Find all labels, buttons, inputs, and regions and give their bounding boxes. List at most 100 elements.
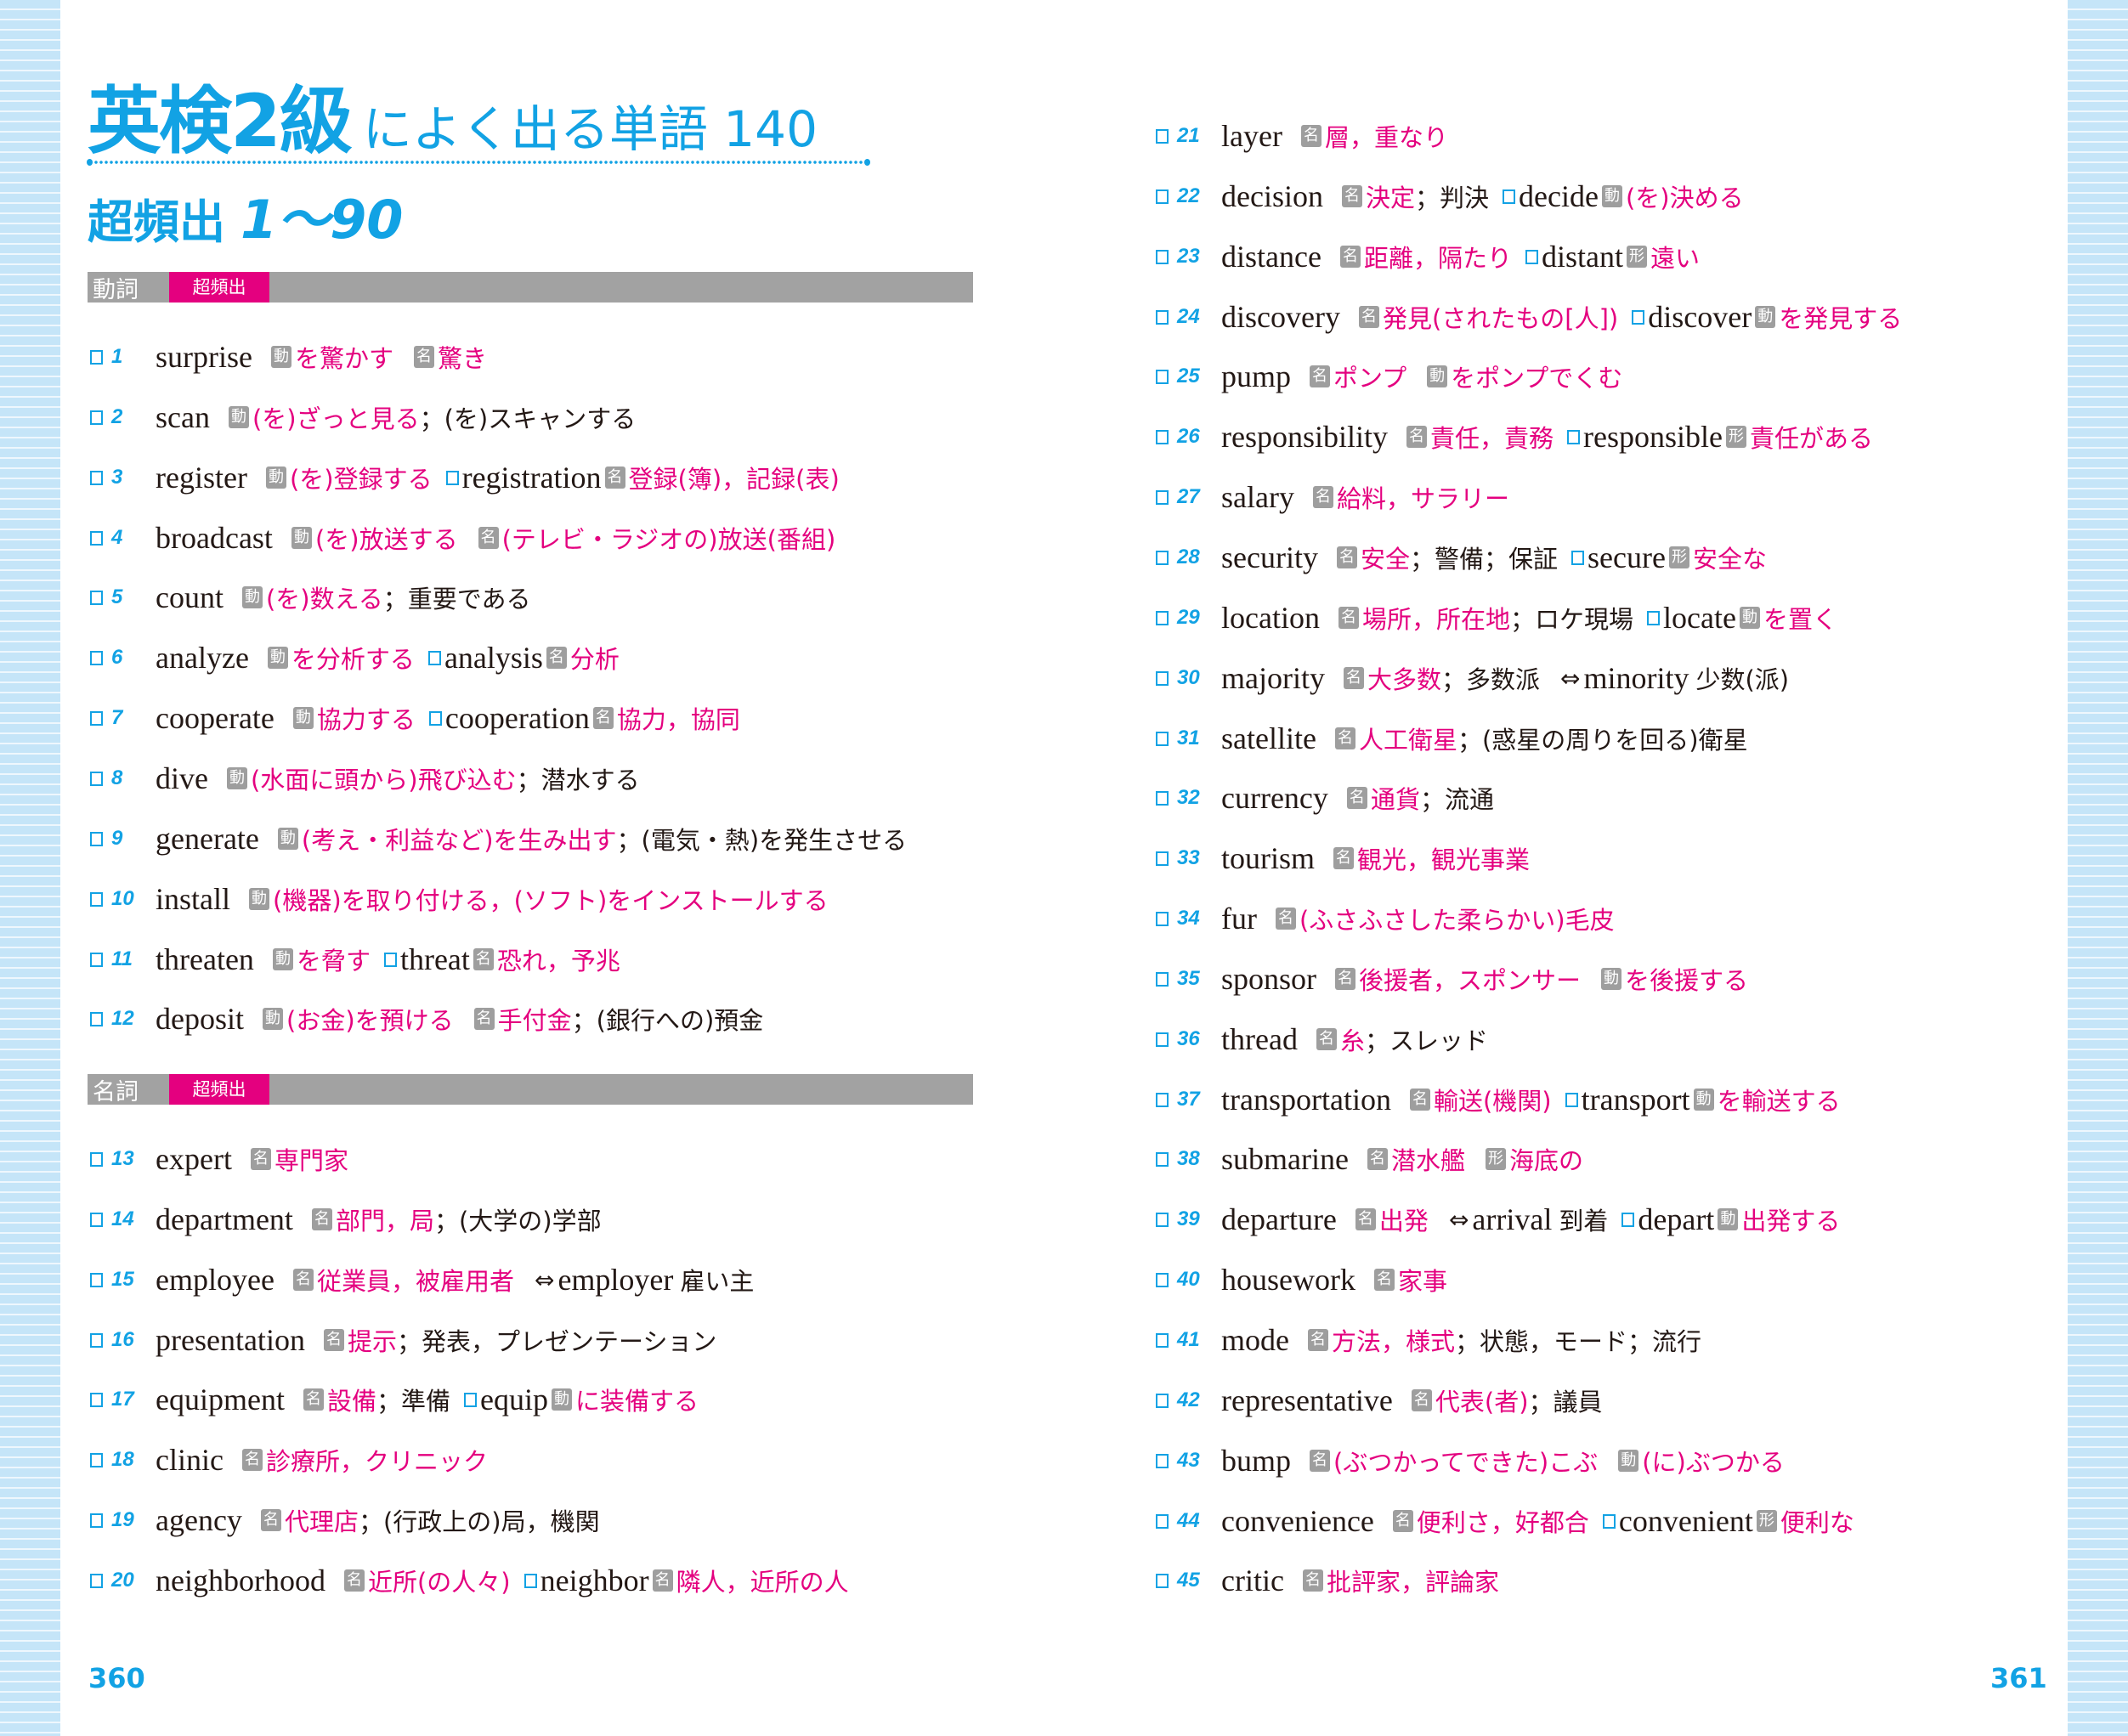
checkbox[interactable] bbox=[1156, 1393, 1169, 1408]
headword: equipment bbox=[156, 1383, 285, 1417]
derivative-checkbox[interactable] bbox=[1602, 1513, 1616, 1529]
derivative-checkbox[interactable] bbox=[383, 952, 397, 967]
headword: satellite bbox=[1221, 721, 1316, 755]
checkbox[interactable] bbox=[1156, 128, 1169, 144]
verb-badge-icon: 動 bbox=[1755, 306, 1776, 328]
noun-badge-icon: 名 bbox=[1310, 1450, 1331, 1472]
derivative-checkbox[interactable] bbox=[1503, 189, 1516, 204]
entry-number: 37 bbox=[1177, 1088, 1200, 1111]
derivative-checkbox[interactable] bbox=[1565, 1092, 1578, 1107]
checkbox[interactable] bbox=[90, 1513, 103, 1528]
checkbox[interactable] bbox=[90, 831, 103, 846]
checkbox[interactable] bbox=[90, 590, 103, 605]
noun-badge-icon: 名 bbox=[604, 467, 625, 489]
checkbox[interactable] bbox=[90, 1011, 103, 1026]
checkbox[interactable] bbox=[1156, 249, 1169, 264]
checkbox[interactable] bbox=[1156, 1212, 1169, 1227]
checkbox[interactable] bbox=[90, 1272, 103, 1287]
checkbox[interactable] bbox=[1156, 1513, 1169, 1529]
headword: clinic bbox=[156, 1443, 224, 1477]
checkbox[interactable] bbox=[1156, 670, 1169, 686]
checkbox[interactable] bbox=[1156, 731, 1169, 746]
checkbox[interactable] bbox=[90, 1212, 103, 1227]
checkbox[interactable] bbox=[1156, 429, 1169, 444]
checkbox[interactable] bbox=[1156, 1272, 1169, 1287]
noun-badge-icon: 名 bbox=[292, 1269, 314, 1291]
entry-number: 7 bbox=[111, 706, 123, 729]
entry-number: 45 bbox=[1177, 1569, 1200, 1592]
checkbox[interactable] bbox=[1156, 790, 1169, 806]
checkbox[interactable] bbox=[90, 891, 103, 907]
verb-badge-icon: 動 bbox=[292, 707, 314, 729]
title-main: 英検2級 bbox=[88, 79, 353, 164]
checkbox[interactable] bbox=[1156, 1453, 1169, 1468]
derivative-checkbox[interactable] bbox=[1525, 249, 1538, 264]
left-page-edge-stripe bbox=[0, 0, 60, 1736]
checkbox[interactable] bbox=[1156, 489, 1169, 505]
checkbox[interactable] bbox=[90, 1151, 103, 1167]
meaning-secondary: ；流通 bbox=[1419, 785, 1494, 814]
headword: surprise bbox=[156, 340, 252, 374]
checkbox[interactable] bbox=[90, 349, 103, 365]
checkbox[interactable] bbox=[1156, 1332, 1169, 1348]
checkbox[interactable] bbox=[90, 650, 103, 665]
checkbox[interactable] bbox=[90, 1332, 103, 1348]
noun-badge-icon: 名 bbox=[1338, 607, 1359, 629]
derivative-word: discover bbox=[1648, 300, 1752, 334]
meaning: 従業員，被雇用者 bbox=[316, 1267, 514, 1296]
checkbox[interactable] bbox=[90, 1392, 103, 1407]
derivative-word: threat bbox=[399, 942, 470, 976]
derivative-checkbox[interactable] bbox=[1621, 1212, 1635, 1227]
checkbox[interactable] bbox=[1156, 911, 1169, 926]
derivative-checkbox[interactable] bbox=[464, 1392, 477, 1407]
checkbox[interactable] bbox=[90, 1452, 103, 1467]
checkbox[interactable] bbox=[90, 1573, 103, 1588]
checkbox[interactable] bbox=[1156, 189, 1169, 204]
checkbox[interactable] bbox=[1156, 550, 1169, 565]
derivative-checkbox[interactable] bbox=[445, 470, 459, 485]
derivative-checkbox[interactable] bbox=[427, 650, 441, 665]
noun-badge-icon: 名 bbox=[1355, 1208, 1376, 1230]
checkbox[interactable] bbox=[1156, 1151, 1169, 1167]
headword: presentation bbox=[156, 1323, 305, 1357]
derivative-checkbox[interactable] bbox=[1632, 309, 1645, 325]
checkbox[interactable] bbox=[90, 710, 103, 726]
checkbox[interactable] bbox=[1156, 369, 1169, 384]
derivative-checkbox[interactable] bbox=[1567, 429, 1581, 444]
headword: currency bbox=[1221, 781, 1328, 815]
checkbox[interactable] bbox=[90, 470, 103, 485]
meaning: 提示 bbox=[347, 1327, 397, 1356]
subtitle-label: 超頻出 bbox=[88, 195, 225, 249]
entry-number: 4 bbox=[111, 526, 123, 549]
entry-number: 29 bbox=[1177, 606, 1200, 629]
noun-badge-icon: 名 bbox=[1339, 246, 1361, 268]
checkbox[interactable] bbox=[1156, 309, 1169, 325]
derivative-checkbox[interactable] bbox=[524, 1573, 537, 1588]
checkbox[interactable] bbox=[1156, 1032, 1169, 1047]
checkbox[interactable] bbox=[90, 530, 103, 546]
headword: generate bbox=[156, 822, 259, 856]
checkbox[interactable] bbox=[90, 410, 103, 425]
meaning-secondary: ；(大学の)学部 bbox=[433, 1207, 602, 1236]
section-pos-label: 動詞 bbox=[93, 276, 139, 303]
noun-badge-icon: 名 bbox=[478, 527, 499, 549]
checkbox[interactable] bbox=[1156, 1092, 1169, 1107]
entry-number: 35 bbox=[1177, 967, 1200, 990]
noun-badge-icon: 名 bbox=[473, 948, 494, 970]
meaning: (を)登録する bbox=[289, 465, 433, 494]
derivative-checkbox[interactable] bbox=[428, 710, 442, 726]
headword: discovery bbox=[1221, 300, 1340, 334]
checkbox[interactable] bbox=[90, 952, 103, 967]
checkbox[interactable] bbox=[1156, 851, 1169, 866]
derivative-checkbox[interactable] bbox=[1647, 610, 1660, 625]
checkbox[interactable] bbox=[1156, 971, 1169, 987]
checkbox[interactable] bbox=[1156, 610, 1169, 625]
derivative-checkbox[interactable] bbox=[1571, 550, 1584, 565]
checkbox[interactable] bbox=[90, 771, 103, 786]
title-dotted-divider bbox=[87, 159, 870, 166]
entry-number: 42 bbox=[1177, 1388, 1200, 1411]
checkbox[interactable] bbox=[1156, 1573, 1169, 1588]
word-entry: 21 layer 名層，重なり bbox=[1156, 117, 1448, 155]
verb-badge-icon: 動 bbox=[1601, 968, 1622, 990]
headword: cooperate bbox=[156, 701, 274, 735]
